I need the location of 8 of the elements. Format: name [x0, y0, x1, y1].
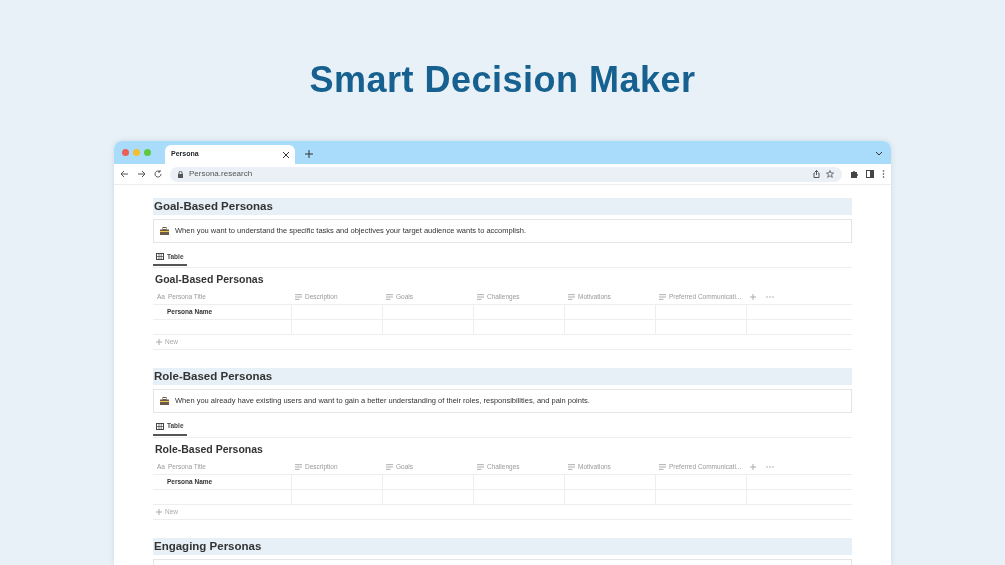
- section-heading: Role-Based Personas: [153, 367, 852, 385]
- table-title: Role-Based Personas: [155, 441, 264, 457]
- url-text: Persona.research: [189, 168, 253, 180]
- table-title: Goal-Based Personas: [155, 272, 265, 287]
- page-headline: Smart Decision Maker: [308, 58, 697, 102]
- section-heading: Goal-Based Personas: [153, 198, 852, 215]
- address-bar[interactable]: Persona.research: [170, 166, 842, 182]
- section-heading: Engaging Personas: [153, 537, 852, 555]
